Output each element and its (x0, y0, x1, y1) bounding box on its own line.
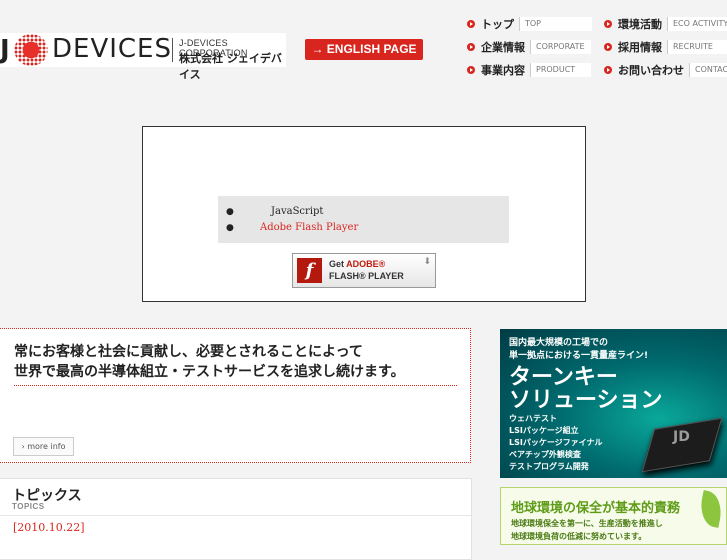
corporate-message-panel: 常にお客様と社会に貢献し、必要とされることによって 世界で最高の半導体組立・テス… (0, 328, 471, 463)
nav-label-ja: 事業内容 (481, 64, 525, 77)
turnkey-item: LSIパッケージ組立 (509, 426, 579, 435)
nav-product[interactable]: 事業内容 PRODUCT (467, 63, 591, 77)
nav-label-en: TOP (519, 17, 592, 31)
requirement-javascript: JavaScript (271, 206, 324, 217)
nav-eco-activity[interactable]: 環境活動 ECO ACTIVITY (604, 17, 727, 31)
message-line-1: 常にお客様と社会に貢献し、必要とされることによって (14, 344, 363, 360)
chip-logo: JD (673, 429, 690, 445)
arrow-bullet-icon (467, 20, 475, 28)
nav-label-en: ECO ACTIVITY (667, 17, 727, 31)
topics-divider (0, 515, 471, 516)
flash-requirements: ● JavaScript ● Adobe Flash Player (218, 196, 509, 243)
eco-banner[interactable]: 地球環境の保全が基本的責務 地球環境保全を第一に、生産活動を推進し 地球環境負荷… (500, 487, 727, 545)
requirement-item: ● JavaScript (226, 206, 323, 217)
nav-label-ja: 環境活動 (618, 18, 662, 31)
turnkey-item: テストプログラム開発 (509, 462, 589, 471)
arrow-bullet-icon (604, 66, 612, 74)
badge-get: Get (329, 259, 347, 269)
nav-corporate[interactable]: 企業情報 CORPORATE (467, 40, 591, 54)
english-page-button[interactable]: → ENGLISH PAGE (305, 39, 423, 60)
badge-line1: Get ADOBE® (329, 259, 385, 269)
topics-subheading: TOPICS (12, 502, 45, 511)
chip-image (641, 417, 723, 473)
topic-date: [2010.10.22] (13, 521, 85, 534)
arrow-bullet-icon (604, 20, 612, 28)
message-line-2: 世界で最高の半導体組立・テストサービスを追求し続けます。 (14, 364, 405, 380)
nav-label-ja: お問い合わせ (618, 64, 684, 77)
nav-recruite[interactable]: 採用情報 RECRUITE (604, 40, 727, 54)
nav-label-en: CONTACT (689, 63, 727, 77)
logo-divider (172, 38, 173, 62)
adobe-flash-player-link[interactable]: Adobe Flash Player (260, 222, 358, 233)
logo-brand: DEVICES (52, 34, 172, 64)
requirement-item: ● Adobe Flash Player (226, 222, 358, 233)
nav-label-ja: トップ (481, 18, 514, 31)
message-divider (14, 385, 457, 386)
turnkey-item: ウェハテスト (509, 414, 557, 423)
more-info-button[interactable]: more info (13, 437, 74, 456)
download-arrow-icon: ⬇ (423, 257, 431, 267)
arrow-bullet-icon (604, 43, 612, 51)
nav-label-en: RECRUITE (667, 40, 727, 54)
nav-label-ja: 採用情報 (618, 41, 662, 54)
get-flash-player-badge[interactable]: f Get ADOBE® FLASH® PLAYER ⬇ (292, 253, 436, 288)
bullet-icon: ● (226, 222, 234, 233)
nav-label-en: PRODUCT (530, 63, 591, 77)
leaf-icon (696, 490, 726, 528)
turnkey-solution-banner[interactable]: 国内最大規模の工場での 単一拠点における一貫量産ライン! ターンキー ソリューシ… (500, 329, 727, 478)
topics-panel: トピックス TOPICS [2010.10.22] (0, 478, 472, 560)
badge-line2: FLASH® PLAYER (329, 271, 404, 281)
turnkey-tagline-1: 国内最大規模の工場での (509, 338, 609, 348)
badge-adobe: ADOBE® (346, 259, 386, 269)
turnkey-title-2: ソリューション (509, 388, 663, 413)
arrow-bullet-icon (467, 43, 475, 51)
eco-line-1: 地球環境保全を第一に、生産活動を推進し (511, 519, 663, 528)
arrow-bullet-icon (467, 66, 475, 74)
logo-dot-circle-icon (14, 34, 48, 66)
turnkey-item: LSIパッケージファイナル (509, 438, 603, 447)
nav-label-en: CORPORATE (530, 40, 591, 54)
eco-line-2: 地球環境負荷の低減に努めています。 (511, 532, 647, 541)
logo-mark: J (0, 35, 10, 65)
nav-label-ja: 企業情報 (481, 41, 525, 54)
nav-contact[interactable]: お問い合わせ CONTACT (604, 63, 727, 77)
company-logo[interactable]: J DEVICES J-DEVICES CORPORATION 株式会社 ジェイ… (0, 33, 286, 81)
flash-logo-icon: f (297, 258, 322, 283)
logo-corp-ja: 株式会社 ジェイデバイス (179, 52, 282, 81)
nav-top[interactable]: トップ TOP (467, 17, 592, 31)
turnkey-item: ベアチップ外観検査 (509, 450, 581, 459)
eco-title: 地球環境の保全が基本的責務 (511, 501, 681, 516)
bullet-icon: ● (226, 206, 234, 217)
